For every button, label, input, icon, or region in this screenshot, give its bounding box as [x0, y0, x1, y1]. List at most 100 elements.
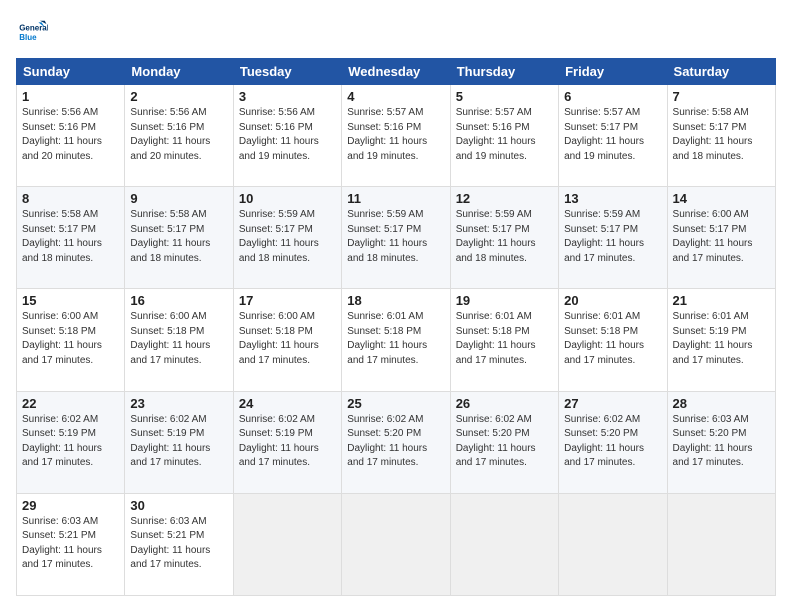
header: General Blue	[16, 16, 776, 48]
day-number: 11	[347, 191, 444, 206]
calendar-cell: 29 Sunrise: 6:03 AMSunset: 5:21 PMDayligh…	[17, 493, 125, 595]
calendar-cell: 28 Sunrise: 6:03 AMSunset: 5:20 PMDayligh…	[667, 391, 775, 493]
calendar-cell: 5 Sunrise: 5:57 AMSunset: 5:16 PMDaylight…	[450, 85, 558, 187]
day-number: 6	[564, 89, 661, 104]
calendar-cell	[559, 493, 667, 595]
calendar-cell: 20 Sunrise: 6:01 AMSunset: 5:18 PMDayligh…	[559, 289, 667, 391]
calendar-cell	[667, 493, 775, 595]
calendar-cell: 9 Sunrise: 5:58 AMSunset: 5:17 PMDaylight…	[125, 187, 233, 289]
calendar-cell	[233, 493, 341, 595]
day-number: 3	[239, 89, 336, 104]
calendar-week-1: 1Sunrise: 5:56 AMSunset: 5:16 PMDaylight…	[17, 85, 776, 187]
day-number: 22	[22, 396, 119, 411]
day-number: 8	[22, 191, 119, 206]
day-number: 23	[130, 396, 227, 411]
calendar-week-4: 22 Sunrise: 6:02 AMSunset: 5:19 PMDayligh…	[17, 391, 776, 493]
cell-info: Sunrise: 5:56 AMSunset: 5:16 PMDaylight:…	[130, 106, 227, 164]
cell-info: Sunrise: 5:57 AMSunset: 5:16 PMDaylight:…	[456, 106, 553, 164]
calendar-cell: 21 Sunrise: 6:01 AMSunset: 5:19 PMDayligh…	[667, 289, 775, 391]
day-number: 12	[456, 191, 553, 206]
day-number: 9	[130, 191, 227, 206]
calendar-cell: 26 Sunrise: 6:02 AMSunset: 5:20 PMDayligh…	[450, 391, 558, 493]
weekday-header-monday: Monday	[125, 59, 233, 85]
cell-info: Sunrise: 6:00 AMSunset: 5:18 PMDaylight:…	[239, 310, 336, 368]
day-number: 7	[673, 89, 770, 104]
day-number: 21	[673, 293, 770, 308]
weekday-header-sunday: Sunday	[17, 59, 125, 85]
calendar-cell: 6 Sunrise: 5:57 AMSunset: 5:17 PMDaylight…	[559, 85, 667, 187]
cell-info: Sunrise: 5:57 AMSunset: 5:16 PMDaylight:…	[347, 106, 444, 164]
day-number: 2	[130, 89, 227, 104]
cell-info: Sunrise: 6:02 AMSunset: 5:19 PMDaylight:…	[22, 413, 119, 471]
calendar-cell: 3 Sunrise: 5:56 AMSunset: 5:16 PMDaylight…	[233, 85, 341, 187]
calendar-body: 1Sunrise: 5:56 AMSunset: 5:16 PMDaylight…	[17, 85, 776, 596]
cell-info: Sunrise: 6:01 AMSunset: 5:19 PMDaylight:…	[673, 310, 770, 368]
calendar-cell: 16 Sunrise: 6:00 AMSunset: 5:18 PMDayligh…	[125, 289, 233, 391]
day-number: 18	[347, 293, 444, 308]
day-number: 13	[564, 191, 661, 206]
cell-info: Sunrise: 5:58 AMSunset: 5:17 PMDaylight:…	[22, 208, 119, 266]
calendar-cell: 15 Sunrise: 6:00 AMSunset: 5:18 PMDayligh…	[17, 289, 125, 391]
calendar-week-2: 8 Sunrise: 5:58 AMSunset: 5:17 PMDaylight…	[17, 187, 776, 289]
day-number: 15	[22, 293, 119, 308]
cell-info: Sunrise: 5:59 AMSunset: 5:17 PMDaylight:…	[456, 208, 553, 266]
calendar-cell: 25 Sunrise: 6:02 AMSunset: 5:20 PMDayligh…	[342, 391, 450, 493]
calendar-cell: 27Sunrise: 6:02 AMSunset: 5:20 PMDayligh…	[559, 391, 667, 493]
cell-info: Sunrise: 5:58 AMSunset: 5:17 PMDaylight:…	[130, 208, 227, 266]
calendar-cell: 7Sunrise: 5:58 AMSunset: 5:17 PMDaylight…	[667, 85, 775, 187]
calendar-cell: 14 Sunrise: 6:00 AMSunset: 5:17 PMDayligh…	[667, 187, 775, 289]
cell-info: Sunrise: 6:01 AMSunset: 5:18 PMDaylight:…	[564, 310, 661, 368]
calendar-cell: 2 Sunrise: 5:56 AMSunset: 5:16 PMDaylight…	[125, 85, 233, 187]
day-number: 30	[130, 498, 227, 513]
cell-info: Sunrise: 5:59 AMSunset: 5:17 PMDaylight:…	[239, 208, 336, 266]
cell-info: Sunrise: 5:59 AMSunset: 5:17 PMDaylight:…	[564, 208, 661, 266]
calendar-week-3: 15 Sunrise: 6:00 AMSunset: 5:18 PMDayligh…	[17, 289, 776, 391]
calendar-cell	[450, 493, 558, 595]
cell-info: Sunrise: 6:01 AMSunset: 5:18 PMDaylight:…	[347, 310, 444, 368]
calendar-cell: 1Sunrise: 5:56 AMSunset: 5:16 PMDaylight…	[17, 85, 125, 187]
page: General Blue SundayMondayTuesdayWednesda…	[0, 0, 792, 612]
day-number: 19	[456, 293, 553, 308]
day-number: 5	[456, 89, 553, 104]
cell-info: Sunrise: 5:56 AMSunset: 5:16 PMDaylight:…	[22, 106, 119, 164]
weekday-header-wednesday: Wednesday	[342, 59, 450, 85]
cell-info: Sunrise: 6:02 AMSunset: 5:19 PMDaylight:…	[239, 413, 336, 471]
cell-info: Sunrise: 6:03 AMSunset: 5:20 PMDaylight:…	[673, 413, 770, 471]
cell-info: Sunrise: 6:02 AMSunset: 5:19 PMDaylight:…	[130, 413, 227, 471]
day-number: 25	[347, 396, 444, 411]
day-number: 4	[347, 89, 444, 104]
logo: General Blue	[16, 16, 54, 48]
day-number: 20	[564, 293, 661, 308]
calendar-cell: 10Sunrise: 5:59 AMSunset: 5:17 PMDayligh…	[233, 187, 341, 289]
day-number: 28	[673, 396, 770, 411]
weekday-header-friday: Friday	[559, 59, 667, 85]
calendar-cell: 8 Sunrise: 5:58 AMSunset: 5:17 PMDaylight…	[17, 187, 125, 289]
cell-info: Sunrise: 6:02 AMSunset: 5:20 PMDaylight:…	[456, 413, 553, 471]
cell-info: Sunrise: 6:02 AMSunset: 5:20 PMDaylight:…	[347, 413, 444, 471]
day-number: 26	[456, 396, 553, 411]
calendar-cell: 17 Sunrise: 6:00 AMSunset: 5:18 PMDayligh…	[233, 289, 341, 391]
cell-info: Sunrise: 6:03 AMSunset: 5:21 PMDaylight:…	[22, 515, 119, 573]
cell-info: Sunrise: 5:57 AMSunset: 5:17 PMDaylight:…	[564, 106, 661, 164]
cell-info: Sunrise: 5:56 AMSunset: 5:16 PMDaylight:…	[239, 106, 336, 164]
day-number: 29	[22, 498, 119, 513]
calendar-cell: 24 Sunrise: 6:02 AMSunset: 5:19 PMDayligh…	[233, 391, 341, 493]
cell-info: Sunrise: 6:00 AMSunset: 5:18 PMDaylight:…	[130, 310, 227, 368]
calendar-week-5: 29 Sunrise: 6:03 AMSunset: 5:21 PMDayligh…	[17, 493, 776, 595]
calendar-cell: 18 Sunrise: 6:01 AMSunset: 5:18 PMDayligh…	[342, 289, 450, 391]
calendar-cell: 11 Sunrise: 5:59 AMSunset: 5:17 PMDayligh…	[342, 187, 450, 289]
day-number: 16	[130, 293, 227, 308]
calendar-header-row: SundayMondayTuesdayWednesdayThursdayFrid…	[17, 59, 776, 85]
calendar-table: SundayMondayTuesdayWednesdayThursdayFrid…	[16, 58, 776, 596]
day-number: 17	[239, 293, 336, 308]
day-number: 14	[673, 191, 770, 206]
day-number: 24	[239, 396, 336, 411]
cell-info: Sunrise: 5:59 AMSunset: 5:17 PMDaylight:…	[347, 208, 444, 266]
day-number: 27	[564, 396, 661, 411]
cell-info: Sunrise: 6:00 AMSunset: 5:17 PMDaylight:…	[673, 208, 770, 266]
calendar-cell: 30Sunrise: 6:03 AMSunset: 5:21 PMDayligh…	[125, 493, 233, 595]
calendar-cell	[342, 493, 450, 595]
calendar-cell: 4 Sunrise: 5:57 AMSunset: 5:16 PMDaylight…	[342, 85, 450, 187]
calendar-cell: 12 Sunrise: 5:59 AMSunset: 5:17 PMDayligh…	[450, 187, 558, 289]
cell-info: Sunrise: 6:00 AMSunset: 5:18 PMDaylight:…	[22, 310, 119, 368]
